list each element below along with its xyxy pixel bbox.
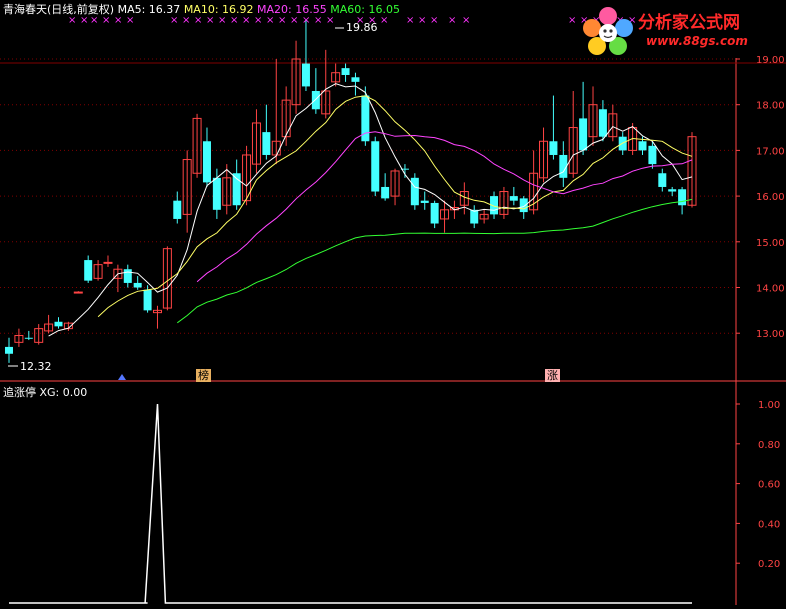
candle-down [311,90,320,110]
y-tick-label: 14.00 [756,284,785,295]
ma60-label: MA60: 16.05 [330,3,400,16]
candle-down [123,269,132,283]
kline-chart[interactable]: 19.0018.0017.0016.0015.0014.0013.00× × × × ×… [0,0,786,609]
candle-down [579,118,588,151]
signal-marker: × [380,15,388,26]
candle-down [5,346,13,354]
ma20-label: MA20: 16.55 [257,3,327,16]
up-arrow-marker [118,374,126,380]
low-price-label: 12.32 [20,360,52,373]
candle-down [549,141,558,155]
ma10-label: MA10: 16.92 [183,3,254,16]
y-tick-label: 15.00 [756,238,785,249]
sub-y-tick-label: 0.60 [758,480,780,491]
candle-down [519,198,528,213]
ma5-label: MA5: 16.37 [117,3,181,16]
flower-logo-icon [583,7,633,55]
candle-down [598,109,607,137]
chart-header: 青海春天(日线,前复权) MA5: 16.37 MA10: 16.92 MA20… [3,3,400,16]
candle-down [381,186,390,199]
signal-marker: × [462,15,470,26]
candle-down [341,68,350,75]
candle-down [262,132,271,155]
candle-down [173,200,182,219]
signal-marker: × [302,15,310,26]
signal-marker: × [290,15,298,26]
signal-marker: × [218,15,226,26]
signal-marker: × [254,15,262,26]
y-tick-label: 18.00 [756,101,785,112]
signal-marker: × [242,15,250,26]
sub-y-tick-label: 0.80 [758,440,780,451]
candle-down [410,177,419,206]
signal-marker: × [102,15,110,26]
candle-down [638,141,647,151]
signal-marker: × [430,15,438,26]
candle-down [430,202,439,224]
sub-y-tick-label: 0.20 [758,559,780,570]
y-tick-label: 16.00 [756,192,785,203]
signal-marker: × [182,15,190,26]
candle-up [103,261,113,264]
y-tick-label: 19.00 [756,55,785,66]
signal-marker: × [568,15,576,26]
candle-down [678,189,687,206]
candle-down [133,282,142,288]
high-price-label: 19.86 [346,21,378,34]
signal-marker: × [114,15,122,26]
candle-down [212,177,221,210]
candle-up [73,291,83,294]
stock-title: 青海春天(日线,前复权) [3,3,115,16]
indicator-label: 追涨停 XG: 0.00 [3,386,88,399]
signal-marker: × [80,15,88,26]
candle-down [668,189,677,192]
candle-down [470,209,479,224]
y-tick-label: 13.00 [756,329,785,340]
site-logo: 分析家公式网 www.88gs.com [580,4,780,56]
sub-y-tick-label: 1.00 [758,400,780,411]
signal-marker: × [278,15,286,26]
signal-marker: × [266,15,274,26]
candle-down [420,200,429,203]
sub-y-tick-label: 0.40 [758,519,780,530]
candle-down [24,337,33,339]
candle-down [509,196,518,201]
candle-down [84,260,93,281]
candle-down [202,141,211,183]
candle-down [143,289,152,311]
signal-marker: × [90,15,98,26]
signal-marker: × [314,15,322,26]
logo-url: www.88gs.com [646,34,748,48]
signal-marker: × [406,15,414,26]
candle-down [54,321,63,327]
signal-marker: × [206,15,214,26]
signal-marker: × [126,15,134,26]
candle-down [351,77,360,82]
signal-marker: × [170,15,178,26]
signal-marker: × [448,15,456,26]
signal-marker: × [418,15,426,26]
y-tick-label: 17.00 [756,146,785,157]
candle-down [648,145,657,165]
signal-marker: × [68,15,76,26]
signal-marker: × [194,15,202,26]
event-tag-zhang[interactable]: 涨 [545,369,560,382]
signal-marker: × [230,15,238,26]
candle-down [371,141,380,192]
xg-indicator-line [9,403,692,604]
signal-marker: × [326,15,334,26]
candle-down [301,63,310,87]
logo-title: 分析家公式网 [638,13,740,33]
event-tag-bang[interactable]: 榜 [196,369,211,382]
candle-down [658,173,667,187]
